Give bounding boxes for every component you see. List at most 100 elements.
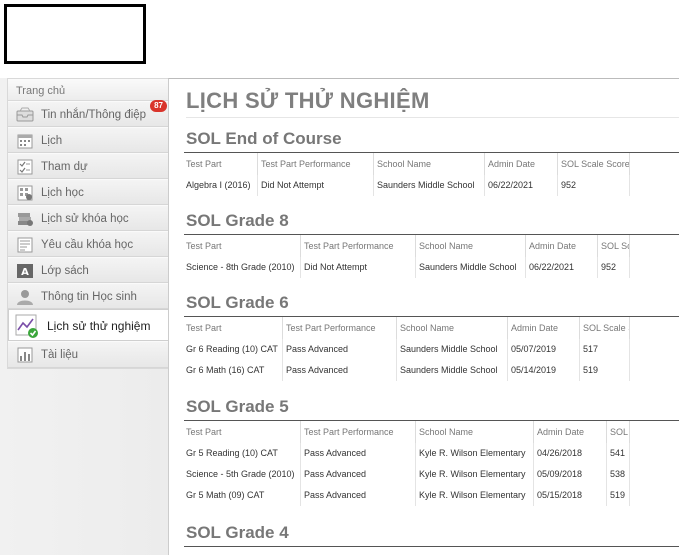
cell-sol-scale-score: 538 [607,464,630,485]
column-header-sol-scale-score[interactable]: SOL Scale Score [558,153,630,175]
request-icon [16,237,34,253]
column-header-test-part-performance[interactable]: Test Part Performance [301,235,416,257]
sidebar-item-course-history[interactable]: Lịch sử khóa học [8,205,168,231]
font-icon: A [16,263,34,279]
table-row: Gr 6 Reading (10) CAT Pass Advanced Saunde… [183,339,679,360]
cell-admin-date: 05/09/2018 [534,464,607,485]
cell-sol-scale-score: 519 [607,485,630,506]
cell-admin-date: 06/22/2021 [526,257,598,278]
sidebar-item-label: Lịch [41,135,63,147]
school-logo [4,4,146,64]
cell-school-name: Kyle R. Wilson Elementary [416,485,534,506]
cell-sol-scale-score: 952 [558,175,630,196]
cell-test-part-performance: Pass Advanced [301,464,416,485]
sidebar-item-label: Lịch sử khóa học [41,213,129,225]
cell-sol-scale-score: 517 [580,339,630,360]
main-content: LỊCH SỬ THỬ NGHIỆM SOL End of Course Test… [168,78,679,555]
sidebar-item-course-request[interactable]: Yêu cầu khóa học [8,231,168,257]
table-row: Gr 6 Math (16) CAT Pass Advanced Saunders … [183,360,679,381]
test-section: SOL Grade 6 Test Part Test Part Performanc… [183,290,679,381]
cell-school-name: Saunders Middle School [374,175,485,196]
page-title: LỊCH SỬ THỬ NGHIỆM [186,88,430,113]
attendance-icon [16,159,34,175]
cell-admin-date: 05/07/2019 [508,339,580,360]
cell-school-name: Kyle R. Wilson Elementary [416,464,534,485]
table-header-row: Test Part Test Part Performance School Nam… [183,235,679,257]
table-header-row: Test Part Test Part Performance School Nam… [183,421,679,443]
sidebar-item-calendar[interactable]: Lịch [8,127,168,153]
table-row: Algebra I (2016) Did Not Attempt Saunders … [183,175,679,196]
column-header-school-name[interactable]: School Name [397,317,508,339]
column-header-school-name[interactable]: School Name [374,153,485,175]
sidebar-item-student-info[interactable]: Thông tin Học sinh [8,283,168,309]
cell-sol-scale-score: 952 [598,257,630,278]
column-header-test-part[interactable]: Test Part [183,421,301,443]
column-header-test-part-performance[interactable]: Test Part Performance [283,317,397,339]
section-heading: SOL End of Course [186,129,342,148]
column-header-admin-date[interactable]: Admin Date [534,421,607,443]
section-divider [184,546,679,547]
unread-count-badge: 87 [150,100,167,112]
svg-text:A: A [21,267,29,278]
column-header-test-part-performance[interactable]: Test Part Performance [301,421,416,443]
sidebar-item-label: Lịch sử thử nghiệm [47,319,151,333]
column-header-sol-scale-score[interactable]: SOL Scale Score [580,317,630,339]
sidebar-item-textbooks[interactable]: A Lớp sách [8,257,168,283]
table-header-row: Test Part Test Part Performance School Nam… [183,153,679,175]
cell-test-part: Gr 6 Reading (10) CAT [183,339,283,360]
cell-school-name: Saunders Middle School [397,360,508,381]
sidebar-item-label: Lịch học [41,187,84,199]
cell-school-name: Saunders Middle School [397,339,508,360]
column-header-test-part[interactable]: Test Part [183,317,283,339]
sidebar-item-label: Tin nhắn/Thông điệp [41,109,147,121]
cell-test-part: Gr 5 Math (09) CAT [183,485,301,506]
column-header-sol-scale-score[interactable]: SOL Scale Score [598,235,630,257]
table-row: Gr 5 Reading (10) CAT Pass Advanced Kyle R… [183,443,679,464]
table-row: Gr 5 Math (09) CAT Pass Advanced Kyle R. W… [183,485,679,506]
table-row: Science - 5th Grade (2010) Pass Advanced K… [183,464,679,485]
sidebar-item-label: Tài liệu [41,349,79,361]
column-header-sol-scale-score[interactable]: SOL Scale Score [607,421,630,443]
sidebar-item-home[interactable]: Trang chủ [8,79,168,101]
test-section: SOL Grade 4 [183,520,679,547]
column-header-admin-date[interactable]: Admin Date [485,153,558,175]
section-heading: SOL Grade 5 [186,397,289,416]
cell-test-part-performance: Pass Advanced [301,485,416,506]
cell-test-part-performance: Did Not Attempt [301,257,416,278]
column-header-admin-date[interactable]: Admin Date [526,235,598,257]
cell-admin-date: 05/15/2018 [534,485,607,506]
column-header-test-part[interactable]: Test Part [183,235,301,257]
section-heading: SOL Grade 6 [186,293,289,312]
sidebar-item-schedule[interactable]: Lịch học [8,179,168,205]
column-header-test-part[interactable]: Test Part [183,153,258,175]
sidebar-item-label: Lớp sách [41,265,89,277]
sidebar-item-documents[interactable]: Tài liệu [8,341,168,368]
cell-admin-date: 05/14/2019 [508,360,580,381]
cell-test-part-performance: Pass Advanced [283,339,397,360]
sidebar-item-label: Thông tin Học sinh [41,291,137,303]
cell-test-part-performance: Did Not Attempt [258,175,374,196]
cell-test-part: Science - 8th Grade (2010) [183,257,301,278]
column-header-test-part-performance[interactable]: Test Part Performance [258,153,374,175]
schedule-icon [16,185,34,201]
test-section: SOL End of Course Test Part Test Part Perf… [183,126,679,196]
cell-school-name: Kyle R. Wilson Elementary [416,443,534,464]
sidebar-item-messages[interactable]: Tin nhắn/Thông điệp 87 [8,100,168,127]
sidebar-item-label: Yêu cầu khóa học [41,239,134,251]
column-header-school-name[interactable]: School Name [416,421,534,443]
column-header-admin-date[interactable]: Admin Date [508,317,580,339]
cell-test-part: Gr 6 Math (16) CAT [183,360,283,381]
cell-sol-scale-score: 541 [607,443,630,464]
sidebar-item-test-history[interactable]: Lịch sử thử nghiệm [8,309,170,341]
cell-test-part: Science - 5th Grade (2010) [183,464,301,485]
sidebar-item-attendance[interactable]: Tham dự [8,153,168,179]
cell-sol-scale-score: 519 [580,360,630,381]
calendar-icon [16,133,34,149]
chart-icon [16,347,34,363]
table-header-row: Test Part Test Part Performance School Nam… [183,317,679,339]
column-header-school-name[interactable]: School Name [416,235,526,257]
cell-test-part-performance: Pass Advanced [301,443,416,464]
person-icon [16,289,34,305]
cell-test-part-performance: Pass Advanced [283,360,397,381]
cell-school-name: Saunders Middle School [416,257,526,278]
